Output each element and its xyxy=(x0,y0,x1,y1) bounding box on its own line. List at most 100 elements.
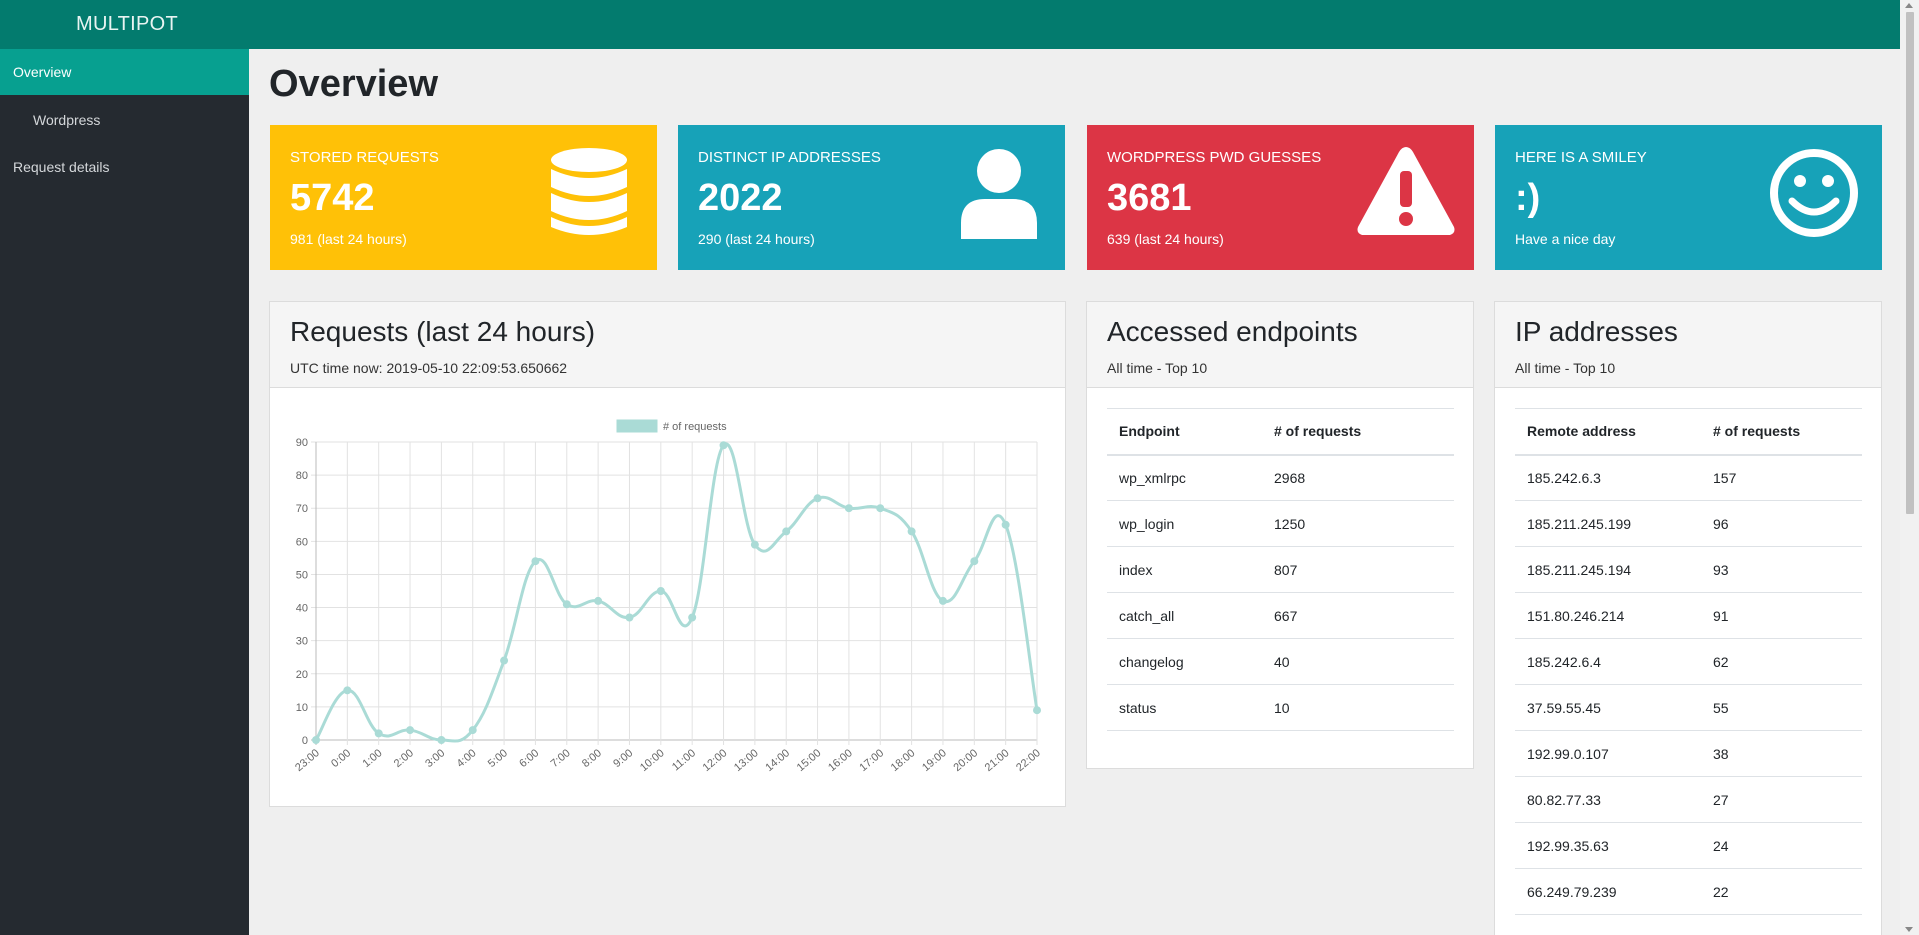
data-point xyxy=(594,596,603,605)
stat-card-smiley: HERE IS A SMILEY :) Have a nice day xyxy=(1495,125,1882,270)
table-row: 80.82.77.33 27 xyxy=(1515,776,1862,823)
request-count-cell: 96 xyxy=(1701,500,1862,547)
data-point xyxy=(1001,520,1010,529)
sidebar-item-overview[interactable]: Overview xyxy=(0,49,249,95)
stat-sub: 290 (last 24 hours) xyxy=(698,231,815,247)
table-row: 185.211.245.194 93 xyxy=(1515,546,1862,593)
x-tick-label: 16:00 xyxy=(826,747,855,774)
y-tick-label: 30 xyxy=(296,636,308,648)
data-point xyxy=(813,494,822,503)
stat-label: WORDPRESS PWD GUESSES xyxy=(1107,149,1322,166)
y-tick-label: 50 xyxy=(296,569,308,581)
x-tick-label: 22:00 xyxy=(1014,747,1043,774)
endpoint-cell: status xyxy=(1107,684,1262,731)
data-point xyxy=(938,596,947,605)
x-tick-label: 2:00 xyxy=(392,747,416,770)
endpoint-cell: changelog xyxy=(1107,638,1262,685)
scroll-up-icon[interactable] xyxy=(1905,3,1913,8)
warning-icon xyxy=(1357,147,1455,235)
request-count-cell: 807 xyxy=(1262,546,1454,593)
request-count-cell: 667 xyxy=(1262,592,1454,639)
card-subtitle: All time - Top 10 xyxy=(1107,360,1208,376)
endpoints-table: Endpoint # of requests wp_xmlrpc 2968 wp_l… xyxy=(1107,408,1454,731)
table-row: 185.211.245.199 96 xyxy=(1515,500,1862,547)
table-row: 151.80.246.214 91 xyxy=(1515,592,1862,639)
endpoint-cell: wp_xmlrpc xyxy=(1107,454,1262,501)
data-point xyxy=(750,540,759,549)
scroll-thumb[interactable] xyxy=(1906,12,1914,514)
accessed-endpoints-card: Accessed endpoints All time - Top 10 End… xyxy=(1086,301,1474,769)
request-count-cell: 40 xyxy=(1262,638,1454,685)
table-row: status 10 xyxy=(1107,684,1454,731)
sidebar-item-request-details[interactable]: Request details xyxy=(0,144,249,190)
data-point xyxy=(970,557,979,566)
remote-address-cell: 185.242.6.4 xyxy=(1515,638,1701,685)
ip-addresses-card: IP addresses All time - Top 10 Remote ad… xyxy=(1494,301,1882,935)
x-tick-label: 12:00 xyxy=(701,747,730,774)
column-header-requests[interactable]: # of requests xyxy=(1262,408,1454,456)
x-tick-label: 10:00 xyxy=(638,747,667,774)
card-title: IP addresses xyxy=(1515,316,1678,347)
request-count-cell: 1250 xyxy=(1262,500,1454,547)
table-row: catch_all 667 xyxy=(1107,592,1454,639)
table-row: 185.242.6.3 157 xyxy=(1515,454,1862,501)
series-line-requests xyxy=(314,442,1039,743)
stat-card-wordpress-pwd-guesses: WORDPRESS PWD GUESSES 3681 639 (last 24 … xyxy=(1087,125,1474,270)
data-point xyxy=(844,504,853,513)
remote-address-cell: 80.82.77.33 xyxy=(1515,776,1701,823)
data-point xyxy=(531,557,540,566)
request-count-cell: 10 xyxy=(1262,684,1454,731)
x-tick-label: 20:00 xyxy=(951,747,980,774)
card-header: Accessed endpoints All time - Top 10 xyxy=(1087,302,1473,388)
request-count-cell: 62 xyxy=(1701,638,1862,685)
stat-value: :) xyxy=(1515,177,1541,219)
x-tick-label: 15:00 xyxy=(795,747,824,774)
y-tick-label: 0 xyxy=(302,735,308,747)
database-icon xyxy=(551,148,627,235)
y-tick-label: 20 xyxy=(296,669,308,681)
table-row: 66.249.79.239 22 xyxy=(1515,868,1862,915)
y-tick-label: 80 xyxy=(296,470,308,482)
data-point xyxy=(374,729,383,738)
table-row: 185.242.6.4 62 xyxy=(1515,638,1862,685)
x-tick-label: 23:00 xyxy=(293,747,322,774)
card-header: IP addresses All time - Top 10 xyxy=(1495,302,1881,388)
table-row: wp_xmlrpc 2968 xyxy=(1107,454,1454,501)
column-header-endpoint[interactable]: Endpoint xyxy=(1107,408,1262,456)
data-point xyxy=(437,736,446,744)
legend-label: # of requests xyxy=(663,421,727,433)
data-point xyxy=(500,656,509,665)
table-row: wp_login 1250 xyxy=(1107,500,1454,547)
requests-line-chart: 0 10 20 30 40 50 60 70 80 90 23:00 0:00 1:00 2:00 3:00… xyxy=(293,419,1043,774)
request-count-cell: 22 xyxy=(1701,868,1862,915)
smiley-icon xyxy=(1770,149,1858,237)
data-point xyxy=(343,686,352,695)
endpoint-cell: wp_login xyxy=(1107,500,1262,547)
column-header-remote-address[interactable]: Remote address xyxy=(1515,408,1701,456)
requests-chart-card: Requests (last 24 hours) UTC time now: 2… xyxy=(269,301,1066,807)
page-title: Overview xyxy=(269,63,438,105)
data-point xyxy=(876,504,885,513)
sidebar-item-wordpress[interactable]: Wordpress xyxy=(0,97,249,143)
table-row: 192.99.0.107 38 xyxy=(1515,730,1862,777)
column-header-requests[interactable]: # of requests xyxy=(1701,408,1862,456)
x-tick-label: 13:00 xyxy=(732,747,761,774)
data-point xyxy=(907,527,916,536)
x-tick-label: 9:00 xyxy=(611,747,635,770)
page-scrollbar[interactable] xyxy=(1900,0,1919,935)
x-tick-label: 6:00 xyxy=(517,747,541,770)
brand-logo[interactable]: MULTIPOT xyxy=(76,13,178,36)
data-point xyxy=(625,613,634,622)
card-header: Requests (last 24 hours) UTC time now: 2… xyxy=(270,302,1065,388)
remote-address-cell: 37.59.55.45 xyxy=(1515,684,1701,731)
x-tick-label: 17:00 xyxy=(857,747,886,774)
request-count-cell: 24 xyxy=(1701,822,1862,869)
data-point xyxy=(1033,706,1041,715)
x-tick-label: 8:00 xyxy=(580,747,604,770)
data-point xyxy=(406,726,415,735)
sidebar: Overview Wordpress Request details xyxy=(0,49,249,935)
data-point xyxy=(562,600,571,609)
scroll-down-icon[interactable] xyxy=(1905,927,1913,932)
x-tick-label: 18:00 xyxy=(889,747,918,774)
request-count-cell: 157 xyxy=(1701,454,1862,501)
